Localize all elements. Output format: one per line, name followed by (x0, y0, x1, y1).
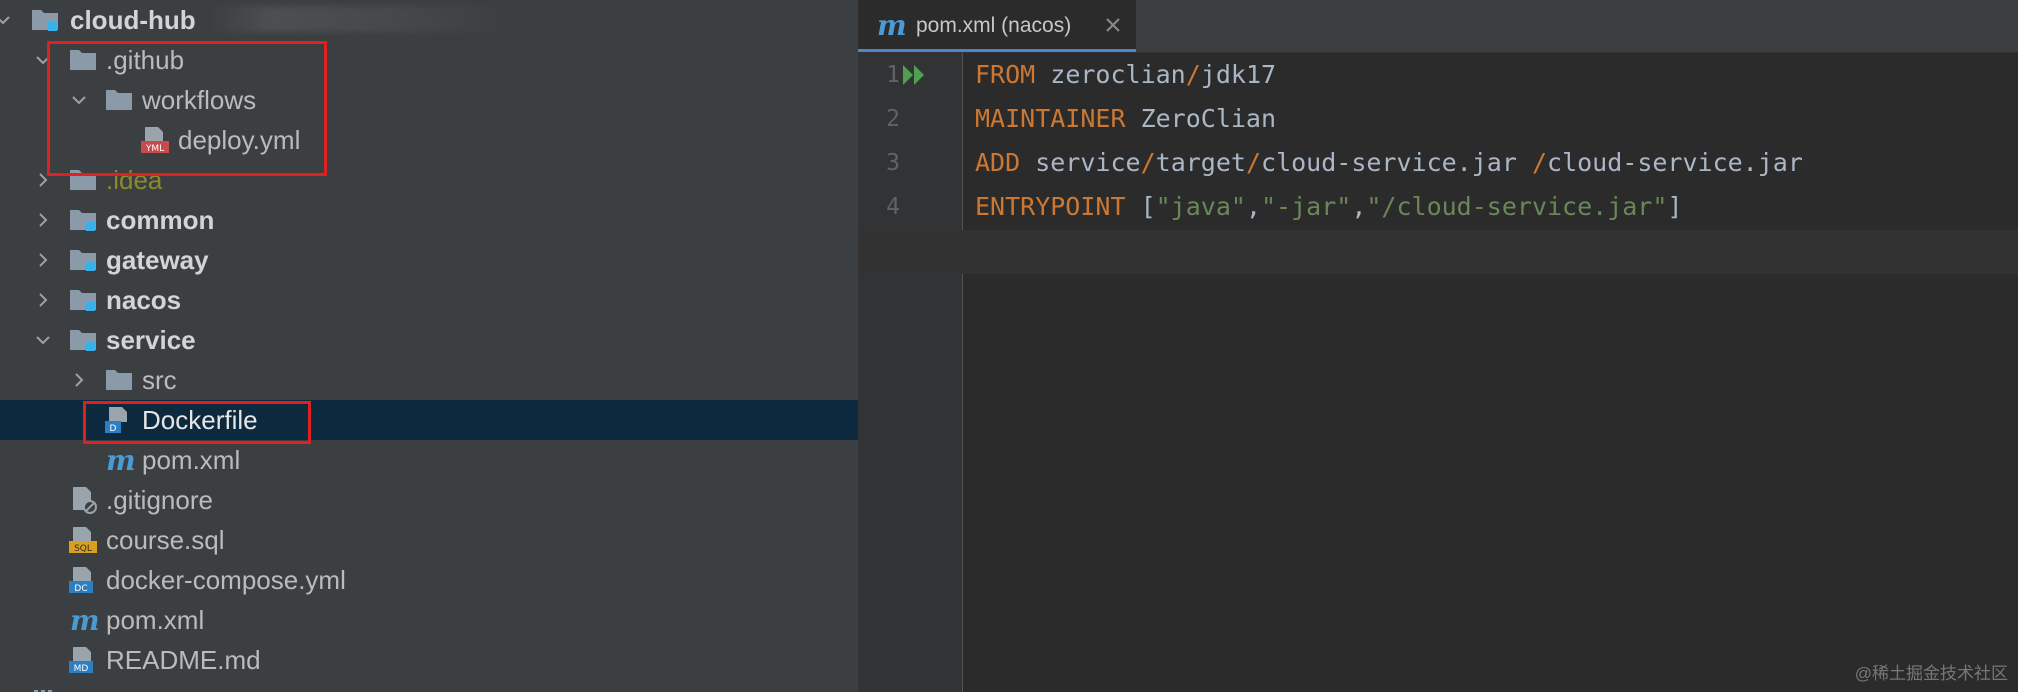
chevron-right-icon[interactable] (70, 371, 88, 389)
folder-icon (104, 366, 134, 394)
tree-item-common[interactable]: common (0, 200, 858, 240)
tree-item-gitignore[interactable]: .gitignore (0, 480, 858, 520)
module-folder-icon (68, 326, 98, 354)
code-keyword: MAINTAINER (975, 104, 1126, 133)
tree-item-gateway[interactable]: gateway (0, 240, 858, 280)
code-keyword: ENTRYPOINT (975, 192, 1126, 221)
code-string: "/cloud-service.jar" (1366, 192, 1668, 221)
tree-item-label: nacos (106, 285, 182, 315)
md-badge: MD (74, 664, 89, 674)
close-icon[interactable] (1102, 14, 1124, 36)
blurred-path (210, 6, 510, 32)
chevron-right-icon[interactable] (34, 251, 52, 269)
tree-item-pom[interactable]: m pom.xml (0, 600, 858, 640)
sql-file-icon: SQL (68, 526, 98, 554)
tree-item-label: docker-compose.yml (106, 565, 346, 595)
code-text: [ (1125, 192, 1156, 221)
code-text: , (1351, 192, 1367, 221)
tree-item-label: .gitignore (106, 485, 213, 515)
tree-item-service-pom[interactable]: m pom.xml (0, 440, 858, 480)
line-gutter: 1 2 3 4 5 (858, 53, 963, 692)
tree-item-partial (0, 680, 858, 692)
line-number: 2 (886, 106, 900, 132)
module-folder-icon (68, 206, 98, 234)
maven-glyph: m (70, 606, 98, 634)
code-text: , (1245, 192, 1261, 221)
docker-compose-icon: DC (68, 566, 98, 594)
code-text: jdk17 (1200, 60, 1277, 89)
tree-item-root[interactable]: cloud-hub (0, 0, 858, 40)
tab-title: pom.xml (nacos) (916, 14, 1072, 37)
code-keyword: / (1531, 148, 1548, 177)
code-string: "java" (1155, 192, 1246, 221)
maven-glyph: m (877, 10, 906, 40)
code-line[interactable]: ENTRYPOINT ["java","-jar","/cloud-servic… (975, 185, 1682, 229)
ignore-file-icon (68, 486, 98, 514)
tree-item-src[interactable]: src (0, 360, 858, 400)
line-number: 4 (886, 194, 900, 220)
tree-item-label: pom.xml (106, 605, 205, 635)
module-folder-icon (30, 6, 60, 34)
current-line-highlight (858, 230, 2018, 274)
code-line[interactable]: MAINTAINER ZeroClian (975, 97, 1276, 141)
tree-item-label: common (106, 205, 215, 235)
code-keyword: / (1185, 60, 1201, 89)
tree-item-docker-compose[interactable]: DC docker-compose.yml (0, 560, 858, 600)
code-text: cloud-service.jar (1547, 148, 1803, 177)
code-line[interactable]: ADD service/target/cloud-service.jar /cl… (975, 141, 1803, 185)
editor: m pom.xml (nacos) 1 2 3 4 5 FROM zerocli… (858, 0, 2018, 692)
markdown-file-icon: MD (68, 646, 98, 674)
code-text: target (1155, 148, 1246, 177)
tree-item-label: src (142, 365, 177, 395)
code-text: service (1020, 148, 1141, 177)
code-text: zeroclian (1035, 60, 1186, 89)
run-icon[interactable] (900, 60, 930, 90)
maven-icon: m (68, 606, 98, 634)
module-folder-icon (68, 286, 98, 314)
tree-item-label: cloud-hub (70, 5, 196, 35)
tree-item-label: README.md (106, 645, 261, 675)
tree-item-label: gateway (106, 245, 209, 275)
line-number: 3 (886, 150, 900, 176)
tab-pom-xml[interactable]: m pom.xml (nacos) (858, 0, 1136, 52)
tree-item-label: service (106, 325, 196, 355)
chevron-down-icon[interactable] (0, 11, 12, 29)
maven-icon: m (876, 9, 907, 42)
tree-item-label: course.sql (106, 525, 225, 555)
sql-badge: SQL (74, 544, 92, 554)
dc-badge: DC (74, 584, 87, 594)
line-number: 1 (886, 62, 900, 88)
annotation-box-dockerfile (83, 401, 311, 444)
tree-item-service[interactable]: service (0, 320, 858, 360)
maven-icon: m (104, 446, 134, 474)
code-keyword: FROM (975, 60, 1036, 89)
project-tree: cloud-hub .github workflows YML deploy.y… (0, 0, 858, 692)
watermark: @稀土掘金技术社区 (1854, 664, 2008, 683)
editor-tab-bar: m pom.xml (nacos) (858, 0, 2018, 53)
tree-item-course-sql[interactable]: SQL course.sql (0, 520, 858, 560)
code-string: "-jar" (1261, 192, 1352, 221)
chevron-right-icon[interactable] (34, 211, 52, 229)
tree-item-readme[interactable]: MD README.md (0, 640, 858, 680)
annotation-box-github (47, 41, 327, 176)
code-keyword: / (1140, 148, 1156, 177)
code-text: ZeroClian (1125, 104, 1277, 133)
tree-item-label: pom.xml (142, 445, 241, 475)
code-line[interactable]: FROM zeroclian/jdk17 (975, 53, 1276, 97)
maven-glyph: m (106, 446, 134, 474)
tree-item-nacos[interactable]: nacos (0, 280, 858, 320)
chevron-down-icon[interactable] (34, 331, 52, 349)
module-folder-icon (68, 246, 98, 274)
code-keyword: ADD (975, 148, 1021, 177)
library-icon (30, 686, 60, 692)
code-text: cloud-service.jar (1261, 148, 1532, 177)
code-keyword: / (1245, 148, 1262, 177)
chevron-right-icon[interactable] (34, 291, 52, 309)
code-text: ] (1667, 192, 1683, 221)
